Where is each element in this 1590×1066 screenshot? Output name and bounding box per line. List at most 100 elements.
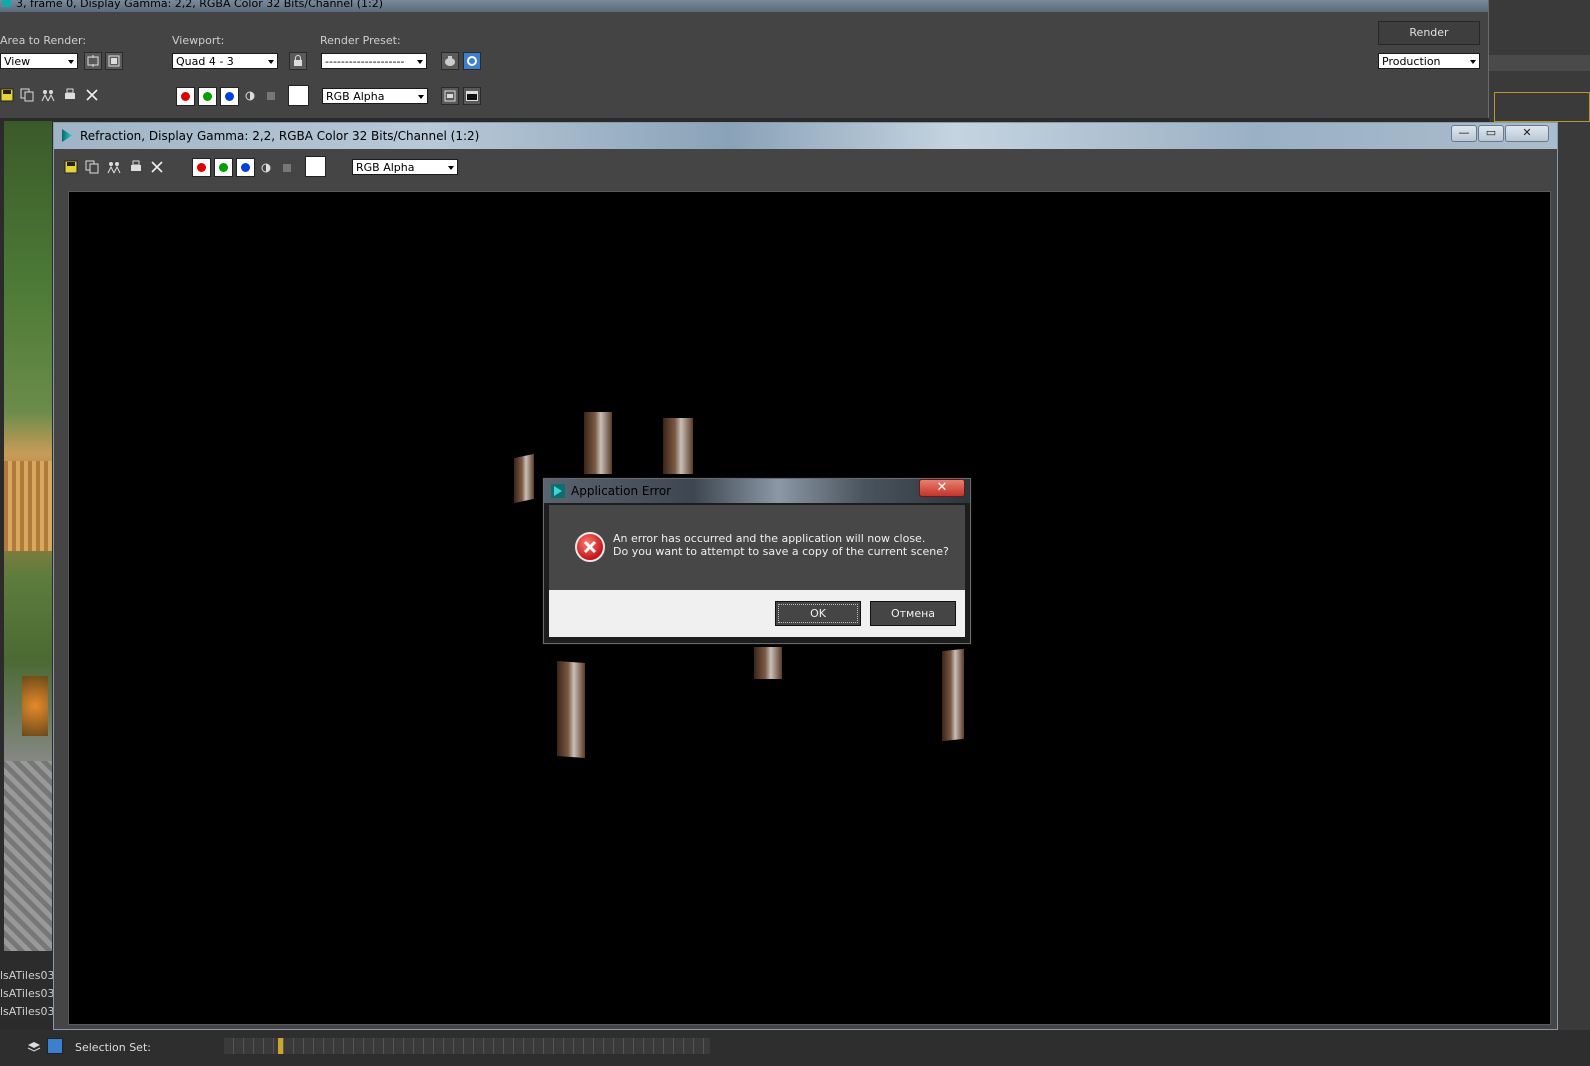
dialog-titlebar[interactable]: Application Error ✕ xyxy=(544,479,970,503)
refraction-titlebar[interactable]: Refraction, Display Gamma: 2,2, RGBA Col… xyxy=(54,123,1557,149)
channel-display-dropdown[interactable]: RGB Alpha xyxy=(322,88,428,104)
render-fragment xyxy=(557,661,585,758)
blue-channel-toggle[interactable] xyxy=(220,87,239,106)
time-slider-marker[interactable] xyxy=(278,1038,283,1054)
asset-list: lsATiles031 lsATiles032 lsATiles033 xyxy=(0,960,61,1020)
render-fragment xyxy=(942,648,964,742)
viewport-label: Viewport: xyxy=(172,34,225,47)
minimize-button[interactable]: — xyxy=(1451,125,1477,142)
red-channel-toggle[interactable] xyxy=(192,158,211,177)
render-frame-title: 3, frame 0, Display Gamma: 2,2, RGBA Col… xyxy=(16,0,384,10)
viewport-dropdown[interactable]: Quad 4 - 3 xyxy=(172,53,278,69)
render-setup-button[interactable] xyxy=(441,52,459,70)
environment-icon xyxy=(467,56,477,66)
red-channel-toggle[interactable] xyxy=(176,87,195,106)
teapot-icon xyxy=(445,56,455,66)
print-icon[interactable] xyxy=(63,88,77,102)
error-message-line1: An error has occurred and the applicatio… xyxy=(613,532,926,545)
overlay-icon xyxy=(444,90,456,102)
chevron-down-icon xyxy=(418,95,424,99)
dialog-close-button[interactable]: ✕ xyxy=(919,479,965,497)
blue-channel-icon xyxy=(225,92,234,101)
toggle-ui-button[interactable] xyxy=(463,87,481,105)
clear-icon[interactable] xyxy=(85,88,99,102)
app-icon xyxy=(2,0,11,7)
render-mode-dropdown[interactable]: Production xyxy=(1378,53,1480,69)
monochrome-icon[interactable] xyxy=(280,161,294,175)
display-icon xyxy=(466,91,478,101)
layers-icon[interactable] xyxy=(27,1040,41,1054)
restore-button[interactable]: ▭ xyxy=(1478,125,1504,142)
channel-display-value: RGB Alpha xyxy=(326,90,385,103)
area-to-render-value: View xyxy=(4,55,31,68)
auto-region-icon xyxy=(108,55,120,67)
timeline-track[interactable] xyxy=(224,1038,710,1054)
edit-region-button[interactable] xyxy=(84,52,102,70)
chevron-down-icon xyxy=(417,60,423,64)
error-cross-icon xyxy=(583,540,597,554)
monochrome-icon[interactable] xyxy=(264,89,278,103)
render-fragment xyxy=(584,412,612,474)
chevron-down-icon xyxy=(448,166,454,170)
green-channel-toggle[interactable] xyxy=(214,158,233,177)
lock-viewport-button[interactable] xyxy=(289,52,307,70)
render-preset-label: Render Preset: xyxy=(320,34,401,47)
error-icon xyxy=(575,532,605,562)
background-viewport-border xyxy=(1494,92,1590,122)
alpha-channel-icon[interactable] xyxy=(243,89,257,103)
print-icon[interactable] xyxy=(129,160,143,174)
red-channel-icon xyxy=(181,92,190,101)
copy-image-icon[interactable] xyxy=(20,88,34,102)
copy-image-icon[interactable] xyxy=(85,160,99,174)
render-mode-value: Production xyxy=(1382,55,1441,68)
channel-display-value: RGB Alpha xyxy=(356,161,415,174)
clear-icon[interactable] xyxy=(150,160,164,174)
selection-set-label: Selection Set: xyxy=(75,1041,151,1054)
application-error-dialog: Application Error ✕ An error has occurre… xyxy=(543,478,971,644)
render-fragment xyxy=(514,453,534,504)
alpha-channel-icon[interactable] xyxy=(259,161,273,175)
viewport-scene-preview xyxy=(4,121,52,951)
blue-channel-toggle[interactable] xyxy=(236,158,255,177)
dialog-title: Application Error xyxy=(571,484,672,498)
green-channel-toggle[interactable] xyxy=(198,87,217,106)
save-image-icon[interactable] xyxy=(0,88,14,102)
area-to-render-dropdown[interactable]: View xyxy=(0,53,78,69)
app-icon-glyph xyxy=(554,486,562,496)
color-swatch[interactable] xyxy=(305,156,326,177)
render-frame-window: 3, frame 0, Display Gamma: 2,2, RGBA Col… xyxy=(0,0,1489,118)
app-icon xyxy=(62,129,72,142)
refraction-title: Refraction, Display Gamma: 2,2, RGBA Col… xyxy=(80,129,480,143)
environment-button[interactable] xyxy=(463,52,481,70)
save-image-icon[interactable] xyxy=(64,160,78,174)
selection-lock-button[interactable] xyxy=(47,1038,63,1054)
render-button[interactable]: Render xyxy=(1378,21,1480,45)
channel-display-dropdown[interactable]: RGB Alpha xyxy=(352,159,458,175)
viewport-value: Quad 4 - 3 xyxy=(176,55,234,68)
blue-channel-icon xyxy=(241,163,250,172)
render-preset-dropdown[interactable]: -------------------- xyxy=(321,53,427,69)
dialog-body: An error has occurred and the applicatio… xyxy=(549,505,965,590)
area-to-render-label: Area to Render: xyxy=(0,34,87,47)
color-swatch[interactable] xyxy=(288,85,309,106)
render-fragment xyxy=(663,418,693,474)
toggle-ui-overlay-button[interactable] xyxy=(441,87,459,105)
clone-window-icon[interactable] xyxy=(41,88,55,102)
dialog-footer: OK Отмена xyxy=(549,590,965,637)
clone-window-icon[interactable] xyxy=(107,160,121,174)
render-preset-value: -------------------- xyxy=(325,55,405,68)
error-message-line2: Do you want to attempt to save a copy of… xyxy=(613,545,949,558)
flowers-texture xyxy=(22,676,48,736)
ok-button[interactable]: OK xyxy=(775,601,861,626)
status-bar: Selection Set: xyxy=(0,1030,1590,1066)
edit-region-icon xyxy=(87,55,99,67)
lock-icon xyxy=(294,55,302,66)
auto-region-button[interactable] xyxy=(105,52,123,70)
render-frame-titlebar: 3, frame 0, Display Gamma: 2,2, RGBA Col… xyxy=(0,0,1488,12)
close-button[interactable]: ✕ xyxy=(1505,125,1549,142)
cancel-button[interactable]: Отмена xyxy=(870,601,956,626)
green-channel-icon xyxy=(219,163,228,172)
chevron-down-icon xyxy=(1470,60,1476,64)
render-fragment xyxy=(754,647,782,679)
chevron-down-icon xyxy=(268,60,274,64)
